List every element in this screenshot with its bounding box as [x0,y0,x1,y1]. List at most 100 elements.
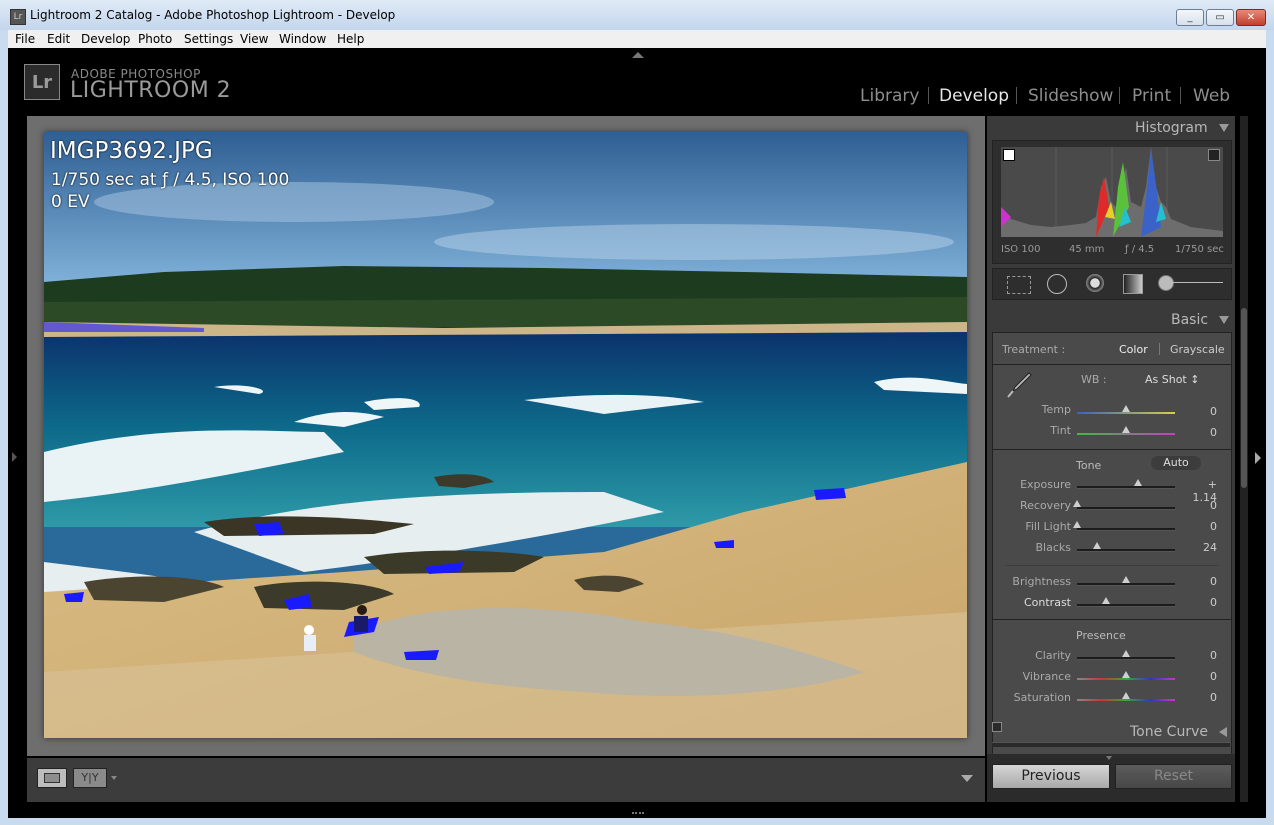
saturation-slider-thumb[interactable] [1122,692,1130,699]
tone-curve-header[interactable]: Tone Curve [1130,724,1208,740]
toolbar-menu-chevron-icon[interactable] [111,776,117,780]
contrast-label: Contrast [1023,596,1071,609]
beach-photo [44,132,967,738]
minimize-button[interactable]: _ [1176,9,1204,26]
menu-bar: File Edit Develop Photo Settings View Wi… [8,30,1266,49]
fill-light-value[interactable]: 0 [1187,520,1217,533]
menu-view[interactable]: View [240,32,268,46]
crop-overlay-icon[interactable] [1007,276,1031,294]
blacks-slider-thumb[interactable] [1092,542,1101,549]
clarity-slider-track[interactable] [1077,657,1175,660]
image-viewer[interactable]: IMGP3692.JPG 1/750 sec at ƒ / 4.5, ISO 1… [27,116,985,756]
shadow-clipping-indicator-icon[interactable] [1003,149,1015,161]
window-title: Lightroom 2 Catalog - Adobe Photoshop Li… [30,8,396,22]
menu-file[interactable]: File [15,32,35,46]
compare-view-button[interactable]: Y|Y [73,768,107,788]
fill-light-slider-thumb[interactable] [1073,521,1081,528]
menu-window[interactable]: Window [279,32,326,46]
blacks-slider-track[interactable] [1077,549,1175,552]
module-divider [1180,87,1181,104]
tint-slider-thumb[interactable] [1122,426,1130,433]
close-button[interactable]: ✕ [1236,9,1266,26]
tint-value[interactable]: 0 [1187,426,1217,439]
highlight-clipping-indicator-icon[interactable] [1208,149,1220,161]
temp-slider-track[interactable] [1077,412,1175,414]
contrast-value[interactable]: 0 [1187,596,1217,609]
wb-select[interactable]: As Shot ↕ [1145,373,1199,386]
recovery-label: Recovery [1019,499,1071,512]
histogram-graph[interactable] [1001,147,1223,237]
tint-slider-track[interactable] [1077,433,1175,435]
wb-label: WB : [1081,373,1107,386]
menu-settings[interactable]: Settings [184,32,233,46]
module-develop[interactable]: Develop [939,86,1009,106]
vibrance-slider-thumb[interactable] [1122,671,1130,678]
menu-develop[interactable]: Develop [81,32,130,46]
spot-removal-icon[interactable] [1047,274,1067,294]
histogram-panel: ISO 100 45 mm ƒ / 4.5 1/750 sec [992,140,1232,264]
histogram-header[interactable]: Histogram [1135,120,1208,136]
tone-curve-toggle-switch[interactable] [992,722,1002,732]
histogram-iso: ISO 100 [1001,244,1041,255]
right-panel-toggle-icon[interactable] [1255,452,1261,464]
exposure-label: Exposure [1020,478,1071,491]
brightness-value[interactable]: 0 [1187,575,1217,588]
auto-tone-button[interactable]: Auto [1151,456,1201,470]
menu-photo[interactable]: Photo [138,32,172,46]
presence-label: Presence [1076,629,1126,642]
basic-collapse-icon[interactable] [1219,316,1229,324]
toolbar-content-chevron-icon[interactable] [961,775,973,782]
eyedropper-icon[interactable] [1005,371,1033,399]
recovery-value[interactable]: 0 [1187,499,1217,512]
panel-scrollbar-thumb[interactable] [1241,308,1247,488]
temp-value[interactable]: 0 [1187,405,1217,418]
module-slideshow[interactable]: Slideshow [1028,86,1113,106]
left-panel-toggle-icon[interactable] [12,452,17,462]
photo-ev: 0 EV [51,192,90,212]
module-library[interactable]: Library [860,86,919,106]
top-panel-toggle-icon[interactable] [632,52,644,58]
brightness-slider-thumb[interactable] [1122,576,1130,583]
clarity-slider-thumb[interactable] [1122,650,1130,657]
menu-help[interactable]: Help [337,32,364,46]
histogram-collapse-icon[interactable] [1219,124,1229,132]
recovery-slider-thumb[interactable] [1073,500,1081,507]
histogram-focal: 45 mm [1069,244,1105,255]
contrast-slider-track[interactable] [1077,604,1175,607]
photo-preview[interactable]: IMGP3692.JPG 1/750 sec at ƒ / 4.5, ISO 1… [44,132,967,738]
module-web[interactable]: Web [1193,86,1230,106]
loupe-view-icon[interactable] [37,768,67,788]
vibrance-value[interactable]: 0 [1187,670,1217,683]
histogram-aperture: ƒ / 4.5 [1125,244,1155,255]
blacks-value[interactable]: 24 [1187,541,1217,554]
maximize-button[interactable]: ▭ [1206,9,1234,26]
clarity-value[interactable]: 0 [1187,649,1217,662]
filmstrip-toggle-icon[interactable] [632,806,644,814]
tone-curve-expand-icon[interactable] [1219,727,1227,737]
treatment-divider [1159,343,1160,355]
adjustment-brush-icon[interactable] [1158,275,1174,291]
reset-button[interactable]: Reset [1115,764,1232,789]
red-eye-icon[interactable] [1086,274,1104,292]
divider [993,364,1231,365]
module-print[interactable]: Print [1132,86,1171,106]
exposure-slider-track[interactable] [1077,486,1175,489]
fill-light-slider-track[interactable] [1077,528,1175,531]
treatment-color[interactable]: Color [1119,343,1148,356]
menu-edit[interactable]: Edit [47,32,70,46]
graduated-filter-icon[interactable] [1123,274,1143,294]
brightness-slider-track[interactable] [1077,583,1175,586]
previous-button[interactable]: Previous [992,764,1110,789]
temp-slider-thumb[interactable] [1122,405,1130,412]
saturation-slider-track[interactable] [1077,699,1175,701]
saturation-value[interactable]: 0 [1187,691,1217,704]
contrast-slider-thumb[interactable] [1102,597,1111,604]
vibrance-slider-track[interactable] [1077,678,1175,680]
title-bar[interactable]: Lr Lightroom 2 Catalog - Adobe Photoshop… [0,0,1274,30]
recovery-slider-track[interactable] [1077,507,1175,510]
module-divider [928,87,929,104]
basic-header[interactable]: Basic [1171,312,1208,328]
treatment-grayscale[interactable]: Grayscale [1170,343,1225,356]
basic-panel: Treatment : Color Grayscale WB : As Shot… [992,332,1232,788]
exposure-slider-thumb[interactable] [1133,479,1142,486]
